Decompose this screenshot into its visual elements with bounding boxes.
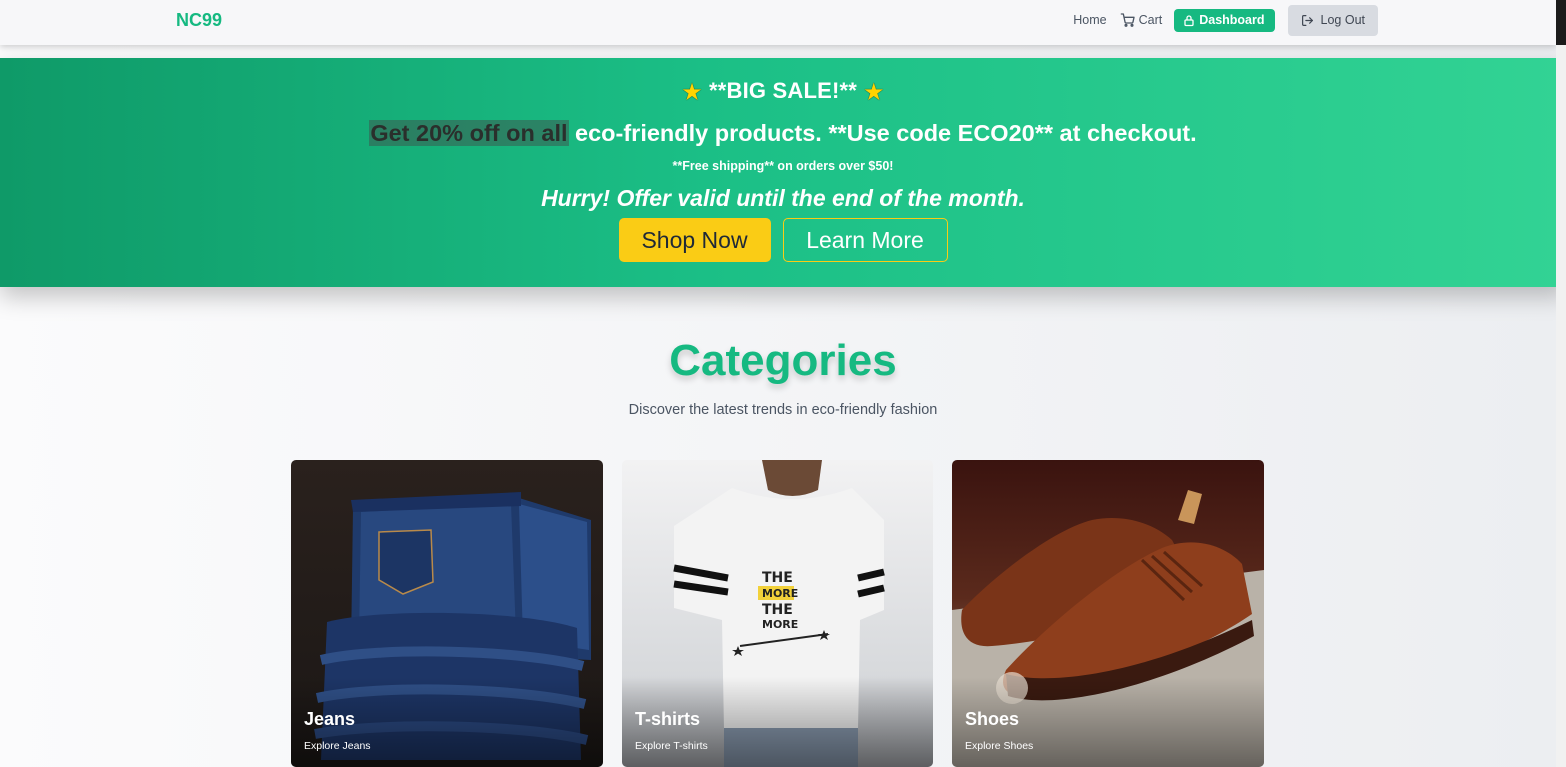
banner-shipping-line: **Free shipping** on orders over $50! (672, 159, 894, 173)
banner-title: ★ **BIG SALE!** ★ (0, 78, 1566, 107)
learn-more-button[interactable]: Learn More (782, 218, 948, 262)
svg-text:THE: THE (762, 602, 793, 618)
category-card-shoes[interactable]: Shoes Explore Shoes (952, 460, 1264, 767)
nav-cart-link[interactable]: Cart (1120, 12, 1163, 28)
card-explore-link[interactable]: Explore Jeans (304, 740, 371, 752)
banner-hurry-line: Hurry! Offer valid until the end of the … (541, 185, 1025, 211)
shop-now-button[interactable]: Shop Now (618, 218, 771, 262)
lock-icon (1184, 14, 1194, 26)
card-title: T-shirts (635, 709, 701, 729)
card-explore-link[interactable]: Explore T-shirts (635, 740, 708, 752)
categories-title: Categories (669, 336, 897, 385)
nav-cart-label: Cart (1138, 13, 1163, 27)
banner-buttons: Shop Now Learn More (0, 218, 1566, 262)
category-card-tshirts[interactable]: THE MORE THE MORE T-shirts Explore T-shi… (622, 460, 933, 767)
card-title: Jeans (304, 709, 356, 729)
sale-banner: ★ **BIG SALE!** ★ Get 20% off on all eco-f… (0, 58, 1566, 287)
brand-logo[interactable]: NC99 (176, 10, 222, 31)
card-explore-link[interactable]: Explore Shoes (965, 740, 1033, 752)
banner-offer-line: Get 20% off on all eco-friendly products… (0, 120, 1566, 147)
logout-button[interactable]: Log Out (1287, 4, 1378, 36)
shopping-cart-icon (1120, 13, 1135, 27)
window-edge (1556, 0, 1566, 45)
dashboard-button[interactable]: Dashboard (1174, 8, 1275, 32)
svg-text:MORE: MORE (762, 618, 798, 631)
banner-title-text: **BIG SALE!** (708, 78, 858, 103)
scrollbar-track[interactable] (1556, 45, 1566, 767)
categories-subtitle: Discover the latest trends in eco-friend… (628, 402, 938, 418)
banner-offer-highlight: Get 20% off on all (369, 120, 569, 146)
navbar: NC99 Home Cart Dashboard Log Out (0, 0, 1556, 45)
star-icon: ★ (681, 79, 703, 106)
category-card-jeans[interactable]: Jeans Explore Jeans (291, 460, 603, 767)
nav-home-link[interactable]: Home (1073, 13, 1106, 27)
card-title: Shoes (965, 709, 1020, 729)
svg-text:THE: THE (762, 570, 793, 586)
logout-icon (1301, 14, 1313, 26)
dashboard-label: Dashboard (1199, 13, 1265, 27)
star-icon: ★ (863, 79, 885, 106)
page: NC99 Home Cart Dashboard Log Out ★ **BIG… (0, 0, 1566, 767)
nav-actions: Home Cart Dashboard Log Out (1073, 4, 1378, 36)
banner-offer-rest: eco-friendly products. **Use code ECO20*… (568, 120, 1197, 146)
svg-text:MORE: MORE (762, 587, 798, 600)
logout-label: Log Out (1320, 13, 1365, 27)
